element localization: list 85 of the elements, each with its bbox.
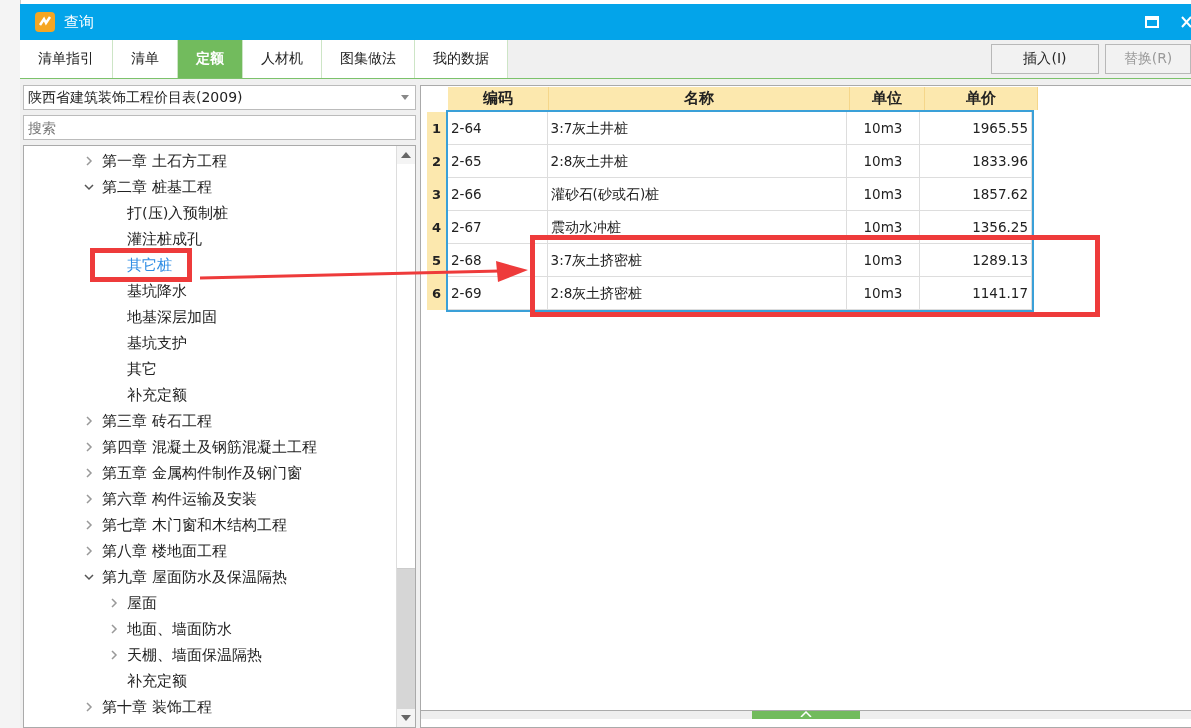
table-cell: 10m3 bbox=[846, 211, 921, 244]
table-cell: 1965.55 bbox=[920, 112, 1032, 145]
column-header[interactable]: 名称 bbox=[549, 87, 850, 110]
close-icon[interactable] bbox=[1181, 16, 1191, 28]
maximize-icon[interactable] bbox=[1145, 16, 1159, 28]
chevron-right-icon[interactable] bbox=[85, 546, 93, 556]
row-number: 6 bbox=[427, 277, 446, 310]
tree-item[interactable]: 其它桩 bbox=[127, 255, 172, 275]
row-number: 5 bbox=[427, 244, 446, 277]
tab[interactable]: 清单指引 bbox=[20, 40, 113, 78]
column-header[interactable]: 单位 bbox=[850, 87, 925, 110]
chevron-right-icon[interactable] bbox=[85, 416, 93, 426]
scrollbar-thumb[interactable] bbox=[397, 569, 415, 709]
table-cell: 1857.62 bbox=[920, 178, 1032, 211]
table-cell: 2:8灰土井桩 bbox=[547, 145, 847, 178]
chevron-right-icon[interactable] bbox=[110, 598, 118, 608]
table-cell: 1289.13 bbox=[920, 244, 1032, 277]
table-cell: 2-65 bbox=[447, 145, 548, 178]
chevron-right-icon[interactable] bbox=[85, 156, 93, 166]
table-cell: 2-67 bbox=[447, 211, 548, 244]
scroll-down-icon[interactable] bbox=[401, 715, 411, 721]
table-cell: 10m3 bbox=[846, 244, 921, 277]
tree-item[interactable]: 第五章 金属构件制作及钢门窗 bbox=[102, 463, 302, 483]
table-cell: 3:7灰土挤密桩 bbox=[547, 244, 847, 277]
table-cell: 1356.25 bbox=[920, 211, 1032, 244]
scrollbar[interactable] bbox=[396, 146, 415, 727]
chevron-down-icon[interactable] bbox=[84, 573, 94, 581]
chevron-right-icon[interactable] bbox=[85, 520, 93, 530]
tree-item[interactable]: 补充定额 bbox=[127, 385, 187, 405]
tree-item[interactable]: 打(压)入预制桩 bbox=[127, 203, 229, 223]
table-cell: 2-64 bbox=[447, 112, 548, 145]
search-field[interactable]: 搜索 bbox=[23, 115, 416, 140]
tree-item[interactable]: 第三章 砖石工程 bbox=[102, 411, 212, 431]
tree-item[interactable]: 第四章 混凝土及钢筋混凝土工程 bbox=[102, 437, 317, 457]
tree-item[interactable]: 第六章 构件运输及安装 bbox=[102, 489, 257, 509]
table-cell: 10m3 bbox=[846, 277, 921, 310]
tab[interactable]: 我的数据 bbox=[415, 40, 508, 78]
chevron-right-icon[interactable] bbox=[110, 624, 118, 634]
column-header[interactable]: 编码 bbox=[448, 87, 549, 110]
app-logo-icon bbox=[34, 11, 56, 33]
table-cell: 10m3 bbox=[846, 178, 921, 211]
tab[interactable]: 图集做法 bbox=[322, 40, 415, 78]
scroll-up-icon[interactable] bbox=[401, 152, 411, 158]
tree-item[interactable]: 第八章 楼地面工程 bbox=[102, 541, 227, 561]
chevron-right-icon[interactable] bbox=[85, 494, 93, 504]
tree-item[interactable]: 灌注桩成孔 bbox=[127, 229, 202, 249]
table-cell: 1833.96 bbox=[920, 145, 1032, 178]
tree-item[interactable]: 基坑支护 bbox=[127, 333, 187, 353]
tree-item[interactable]: 第十章 装饰工程 bbox=[102, 697, 212, 717]
chevron-right-icon[interactable] bbox=[85, 702, 93, 712]
tab[interactable]: 清单 bbox=[113, 40, 178, 78]
table-cell: 10m3 bbox=[846, 112, 921, 145]
chevron-right-icon[interactable] bbox=[85, 468, 93, 478]
row-number: 1 bbox=[427, 112, 446, 145]
tree-item[interactable]: 屋面 bbox=[127, 593, 157, 613]
column-header[interactable]: 单价 bbox=[925, 87, 1038, 110]
chevron-right-icon[interactable] bbox=[85, 442, 93, 452]
tree-item[interactable]: 地基深层加固 bbox=[127, 307, 217, 327]
tree-item[interactable]: 补充定额 bbox=[127, 671, 187, 691]
tree-item[interactable]: 地面、墙面防水 bbox=[127, 619, 232, 639]
panel-toggle-handle[interactable] bbox=[752, 711, 860, 719]
table-cell: 1141.17 bbox=[920, 277, 1032, 310]
table-cell: 灌砂石(砂或石)桩 bbox=[547, 178, 847, 211]
row-number: 2 bbox=[427, 145, 446, 178]
row-number: 4 bbox=[427, 211, 446, 244]
table-cell: 3:7灰土井桩 bbox=[547, 112, 847, 145]
window-title: 查询 bbox=[64, 12, 94, 32]
table-cell: 震动水冲桩 bbox=[547, 211, 847, 244]
tree-item[interactable]: 第一章 土石方工程 bbox=[102, 151, 227, 171]
table-cell: 10m3 bbox=[846, 145, 921, 178]
tree-item[interactable]: 其它 bbox=[127, 359, 157, 379]
dropdown-caret-icon bbox=[401, 95, 409, 100]
table-cell: 2:8灰土挤密桩 bbox=[547, 277, 847, 310]
tree-item[interactable]: 第九章 屋面防水及保温隔热 bbox=[102, 567, 287, 587]
tree-item[interactable]: 天棚、墙面保温隔热 bbox=[127, 645, 262, 665]
tab[interactable]: 人材机 bbox=[243, 40, 322, 78]
action-button[interactable]: 插入(I) bbox=[991, 44, 1099, 74]
table-cell: 2-66 bbox=[447, 178, 548, 211]
chevron-down-icon[interactable] bbox=[84, 183, 94, 191]
tree-item[interactable]: 基坑降水 bbox=[127, 281, 187, 301]
tree-item[interactable]: 第二章 桩基工程 bbox=[102, 177, 212, 197]
row-number: 3 bbox=[427, 178, 446, 211]
tree-item[interactable]: 第七章 木门窗和木结构工程 bbox=[102, 515, 287, 535]
chevron-right-icon[interactable] bbox=[110, 650, 118, 660]
library-dropdown[interactable]: 陕西省建筑装饰工程价目表(2009) bbox=[23, 85, 416, 110]
